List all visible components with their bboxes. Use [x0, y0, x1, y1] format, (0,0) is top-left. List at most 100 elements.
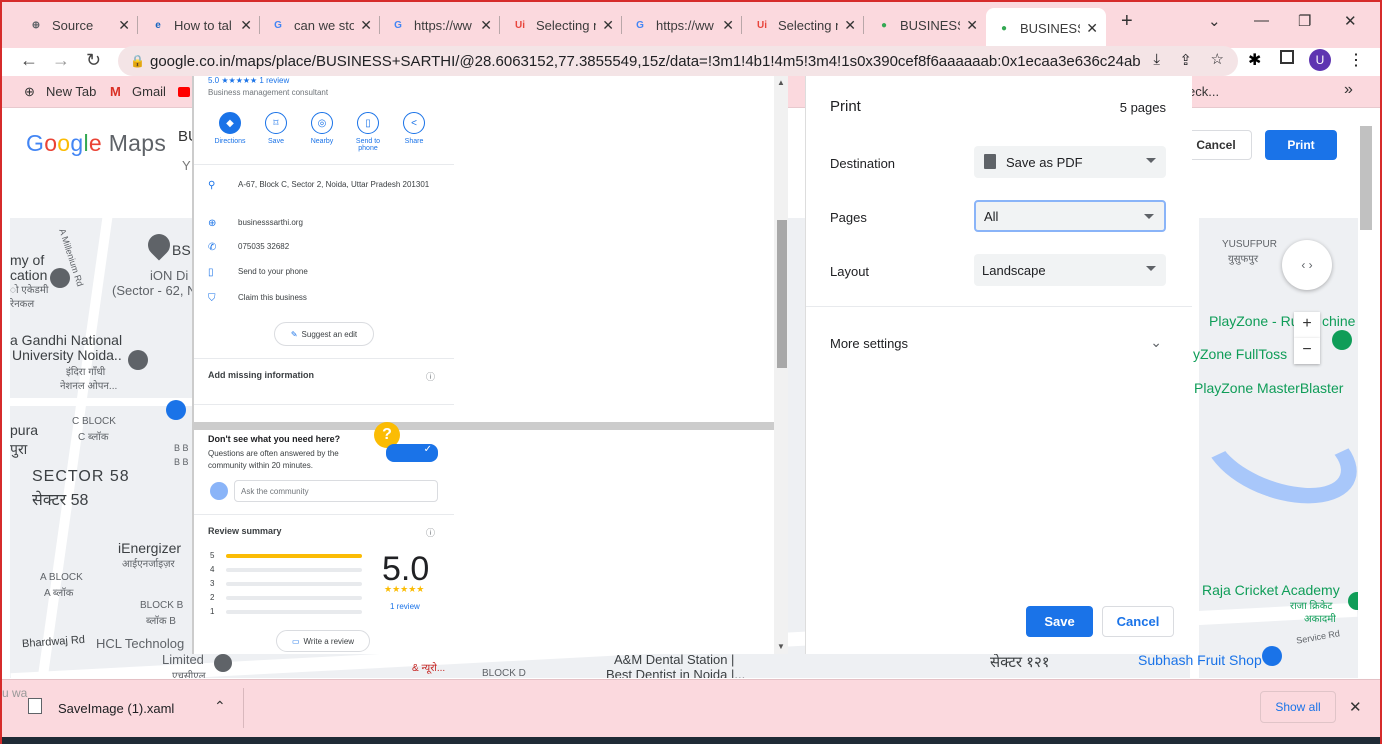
map-label: HCL Technolog: [96, 636, 185, 651]
tab-close-icon[interactable]: ✕: [966, 17, 978, 34]
tab-close-icon[interactable]: ✕: [722, 17, 734, 34]
ghost-text: u wa: [2, 686, 28, 700]
share-action[interactable]: < Share: [394, 112, 434, 145]
side-panel-icon[interactable]: [1280, 50, 1294, 64]
map-poi-label[interactable]: chine: [1322, 313, 1355, 329]
bookmark-new-tab[interactable]: New Tab: [46, 84, 96, 99]
review-count-link[interactable]: 1 review: [390, 602, 420, 611]
claim-row[interactable]: ⛉ Claim this business: [208, 293, 307, 304]
map-poi-label[interactable]: PlayZone - Rur: [1209, 313, 1303, 329]
rating-line: 5.0 ★★★★★ 1 review: [208, 76, 290, 85]
page-scrollbar[interactable]: [1360, 126, 1372, 230]
add-missing-info[interactable]: Add missing information: [208, 370, 314, 380]
map-label: Limited: [162, 652, 204, 667]
shop-pin-icon[interactable]: [166, 400, 186, 420]
close-window-icon[interactable]: ✕: [1344, 12, 1357, 30]
map-poi-label[interactable]: Subhash Fruit Shop: [1138, 652, 1262, 668]
youtube-icon[interactable]: [178, 87, 190, 97]
tab-search-icon[interactable]: ⌄: [1208, 12, 1221, 30]
zoom-out-button[interactable]: −: [1294, 338, 1320, 364]
preview-scrollbar[interactable]: ▲ ▼: [774, 76, 788, 654]
tab-close-icon[interactable]: ✕: [240, 17, 252, 34]
menu-icon[interactable]: ⋮: [1348, 50, 1364, 70]
maps-print-button[interactable]: Print: [1265, 130, 1337, 160]
address-bar[interactable]: 🔒 google.co.in/maps/place/BUSINESS+SARTH…: [118, 46, 1238, 76]
pages-select[interactable]: All: [974, 200, 1166, 232]
tab-close-icon[interactable]: ✕: [844, 17, 856, 34]
reload-icon[interactable]: ↻: [86, 50, 101, 71]
save-action[interactable]: ⌑ Save: [256, 112, 296, 145]
zoom-in-button[interactable]: +: [1294, 312, 1320, 338]
phone-row[interactable]: ✆ 075035 32682: [208, 242, 289, 253]
tab-close-icon[interactable]: ✕: [480, 17, 492, 34]
layout-select[interactable]: Landscape: [974, 254, 1166, 286]
bookmark-star-icon[interactable]: ☆: [1211, 50, 1224, 68]
map-poi-label[interactable]: Raja Cricket Academy: [1202, 582, 1340, 598]
map-pin-icon[interactable]: [214, 654, 232, 672]
suggest-edit-button[interactable]: ✎ Suggest an edit: [274, 322, 374, 346]
google-maps-logo[interactable]: Google Maps: [26, 130, 166, 157]
nearby-action[interactable]: ◎ Nearby: [302, 112, 342, 145]
send-to-phone-action[interactable]: ▯ Send to phone: [348, 112, 388, 152]
tab-3[interactable]: Gcan we sto ✕: [260, 10, 380, 40]
restore-icon[interactable]: ❐: [1298, 12, 1311, 30]
bookmark-overflow-label[interactable]: eck...: [1188, 84, 1219, 99]
write-review-button[interactable]: ▭ Write a review: [276, 630, 370, 652]
ask-community-input[interactable]: Ask the community: [234, 480, 438, 502]
extensions-icon[interactable]: ✱: [1248, 50, 1261, 70]
map-label: रेनकल: [10, 299, 35, 310]
website-row[interactable]: ⊕ businesssarthi.org: [208, 218, 303, 229]
school-pin-icon[interactable]: [50, 268, 70, 288]
destination-select[interactable]: Save as PDF: [974, 146, 1166, 178]
tab-close-icon[interactable]: ✕: [118, 17, 130, 34]
rating-stars: ★★★★★: [384, 584, 425, 594]
tab-1[interactable]: ⊕ Source ✕: [18, 10, 138, 40]
minimize-icon[interactable]: —: [1254, 12, 1269, 29]
directions-action[interactable]: ◆ Directions: [210, 112, 250, 145]
save-button[interactable]: Save: [1026, 606, 1093, 637]
pan-control[interactable]: ‹ ›: [1282, 240, 1332, 290]
shop-pin-icon[interactable]: [1262, 646, 1282, 666]
map-label: इंदिरा गाँधी: [66, 367, 106, 378]
layout-label: Layout: [830, 264, 870, 279]
send-phone-row[interactable]: ▯ Send to your phone: [208, 267, 308, 278]
park-pin-icon[interactable]: [1332, 330, 1352, 350]
tab-title: can we sto: [294, 17, 354, 33]
close-icon[interactable]: ✕: [1349, 698, 1362, 716]
help-icon[interactable]: ⓘ: [426, 370, 435, 383]
cancel-button[interactable]: Cancel: [1102, 606, 1174, 637]
map-poi-label[interactable]: PlayZone MasterBlaster: [1194, 380, 1343, 396]
map-poi-label[interactable]: yZone FullToss: [1193, 346, 1287, 362]
help-icon[interactable]: ⓘ: [426, 526, 435, 539]
map-label: ो एकेडमी: [10, 285, 49, 296]
tab-8[interactable]: ● BUSINESS ✕: [866, 10, 986, 40]
tab-7[interactable]: Ui Selecting n ✕: [744, 10, 864, 40]
share-icon[interactable]: ⇪: [1179, 51, 1192, 69]
tab-4[interactable]: Ghttps://ww ✕: [380, 10, 500, 40]
new-tab-button[interactable]: +: [1121, 10, 1133, 33]
tab-close-icon[interactable]: ✕: [602, 17, 614, 34]
tab-5[interactable]: Ui Selecting n ✕: [502, 10, 622, 40]
tab-6[interactable]: Ghttps://ww ✕: [622, 10, 742, 40]
map-pin-icon[interactable]: [143, 229, 175, 261]
more-settings-toggle[interactable]: More settings: [830, 336, 908, 351]
chevron-down-icon[interactable]: ⌄: [1150, 334, 1162, 351]
install-icon[interactable]: ⤓: [1153, 51, 1160, 68]
tab-9[interactable]: ● BUSINESS ✕: [986, 8, 1106, 48]
show-all-button[interactable]: Show all: [1260, 691, 1336, 723]
chevron-up-icon[interactable]: ⌃: [214, 698, 226, 715]
forward-icon[interactable]: →: [52, 50, 70, 71]
download-filename[interactable]: SaveImage (1).xaml: [58, 701, 174, 716]
bookmark-gmail[interactable]: Gmail: [132, 84, 166, 99]
school-pin-icon[interactable]: [128, 350, 148, 370]
address-row[interactable]: ⚲ A-67, Block C, Sector 2, Noida, Uttar P…: [208, 180, 438, 191]
google-icon: G: [636, 19, 644, 31]
tab-2[interactable]: e How to tal ✕: [140, 10, 260, 40]
pencil-icon: ✎: [290, 329, 298, 339]
tab-close-icon[interactable]: ✕: [360, 17, 372, 34]
globe-icon: ⊕: [31, 19, 41, 31]
bookmarks-more[interactable]: »: [1344, 81, 1353, 99]
back-icon[interactable]: ←: [20, 50, 38, 71]
avatar[interactable]: U: [1309, 49, 1331, 71]
tab-close-icon[interactable]: ✕: [1086, 20, 1098, 37]
